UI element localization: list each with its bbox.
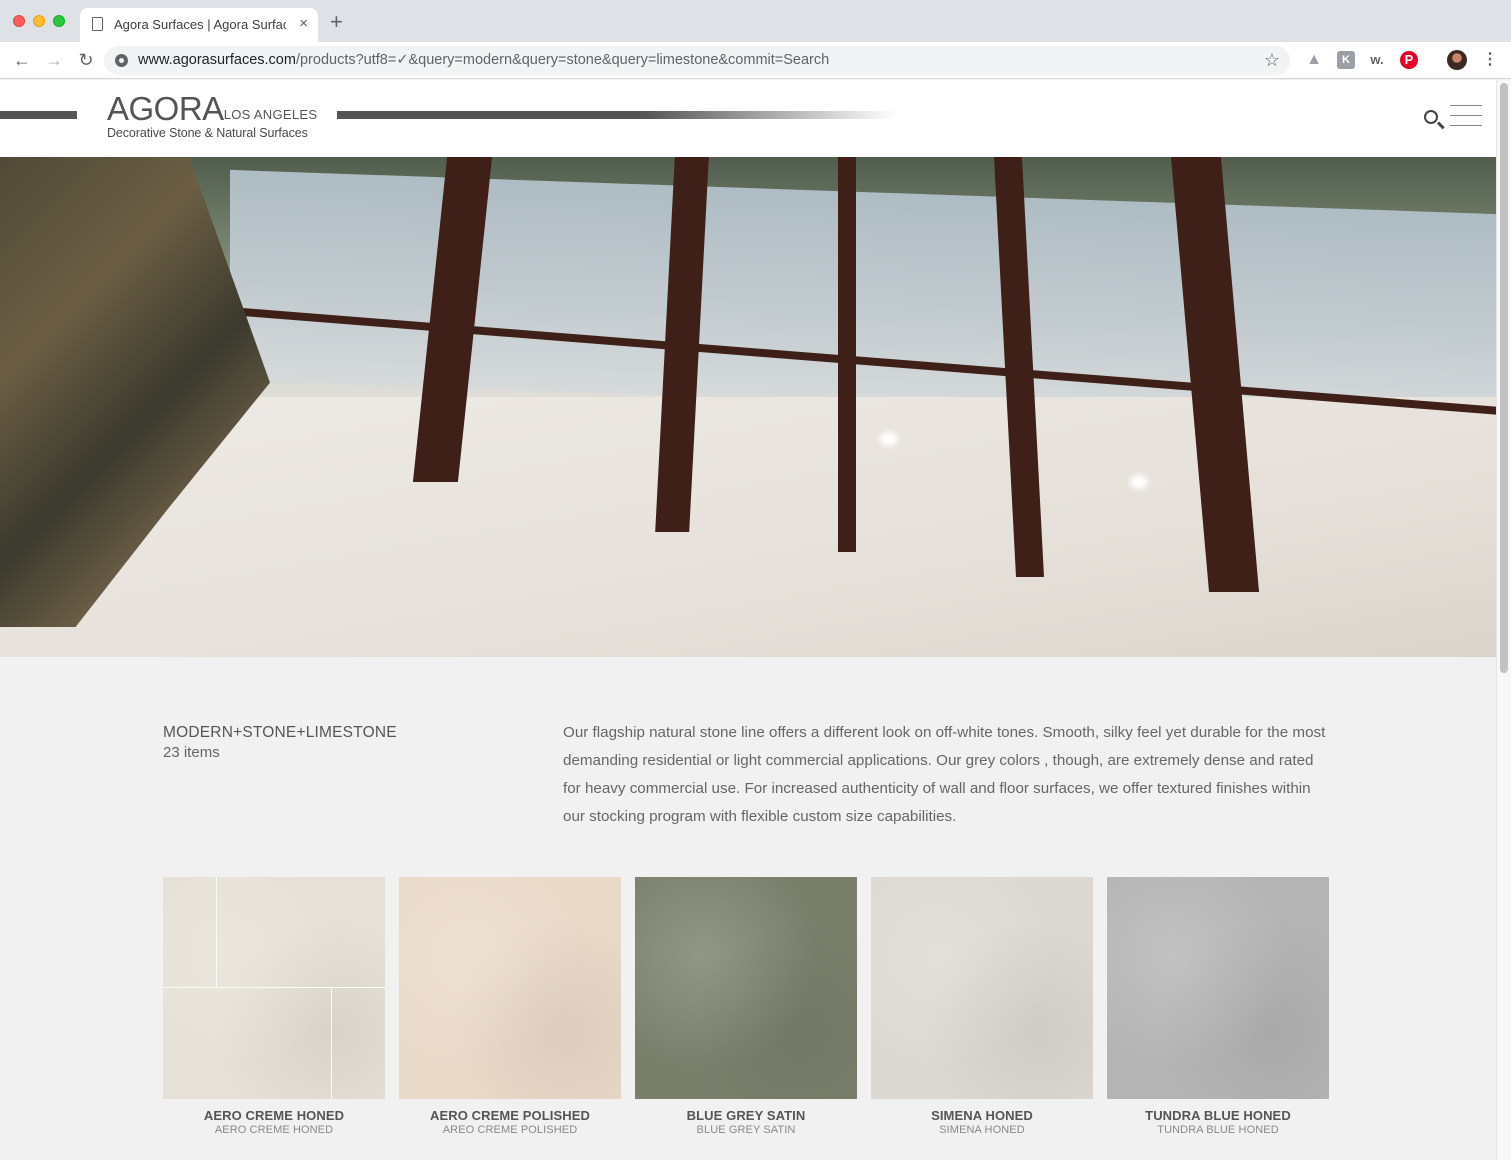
pinterest-extension-icon[interactable]: P [1400,51,1418,69]
browser-tab-bar: Agora Surfaces | Agora Surfaces × + [0,0,1511,42]
profile-avatar[interactable] [1447,50,1467,70]
product-card[interactable]: AERO CREME HONED AERO CREME HONED [163,877,385,1136]
browser-toolbar: ← → ↻ www.agorasurfaces.com/products?utf… [0,42,1511,79]
hamburger-menu-icon[interactable] [1450,105,1482,127]
site-logo[interactable]: AGORALOS ANGELES Decorative Stone & Natu… [107,90,318,141]
tab-close-icon[interactable]: × [299,15,308,33]
hero-balcony [230,169,1496,425]
product-swatch[interactable] [871,877,1093,1099]
page-icon [92,17,103,31]
close-window-button[interactable] [13,15,25,27]
product-card[interactable]: AERO CREME POLISHED AREO CREME POLISHED [399,877,621,1136]
url-host: www.agorasurfaces.com [138,52,296,68]
site-header: AGORALOS ANGELES Decorative Stone & Natu… [0,80,1496,157]
category-description: Our flagship natural stone line offers a… [563,724,1326,825]
product-swatch[interactable] [399,877,621,1099]
w-extension-icon[interactable]: w. [1368,51,1386,69]
product-name[interactable]: SIMENA HONED [871,1108,1093,1123]
forward-button[interactable]: → [44,50,64,70]
product-name[interactable]: TUNDRA BLUE HONED [1107,1108,1329,1123]
back-button[interactable]: ← [12,50,32,70]
new-tab-button[interactable]: + [330,11,343,33]
drive-extension-icon[interactable]: ▲ [1305,51,1323,69]
product-card[interactable]: BLUE GREY SATIN BLUE GREY SATIN [635,877,857,1136]
product-subtitle: AREO CREME POLISHED [442,1124,578,1136]
url-text[interactable]: www.agorasurfaces.com/products?utf8=✓&qu… [138,52,829,68]
site-info-icon[interactable] [115,54,128,67]
bookmark-star-icon[interactable]: ☆ [1264,50,1280,70]
hero-image [0,157,1496,657]
search-icon[interactable] [1424,110,1438,124]
product-subtitle: AERO CREME HONED [214,1124,334,1136]
product-subtitle: TUNDRA BLUE HONED [1157,1124,1279,1136]
item-count: 23 items [163,744,220,761]
product-card[interactable]: SIMENA HONED SIMENA HONED [871,877,1093,1136]
logo-tagline: Decorative Stone & Natural Surfaces [107,126,308,140]
category-title: MODERN+STONE+LIMESTONE [163,724,397,741]
header-decor-bar [0,111,77,119]
minimize-window-button[interactable] [33,15,45,27]
header-decor-bar [337,111,897,119]
address-bar[interactable]: www.agorasurfaces.com/products?utf8=✓&qu… [104,46,1290,75]
logo-city: LOS ANGELES [223,107,318,122]
tab-title: Agora Surfaces | Agora Surfaces [114,17,286,32]
product-subtitle: SIMENA HONED [939,1124,1025,1136]
product-name[interactable]: AERO CREME HONED [163,1108,385,1123]
logo-brand: AGORA [107,90,224,127]
product-subtitle: BLUE GREY SATIN [696,1124,796,1136]
reload-button[interactable]: ↻ [76,50,96,70]
hero-glare [1130,475,1148,489]
k-extension-icon[interactable]: K [1337,51,1355,69]
browser-menu-icon[interactable]: ⋮ [1481,51,1499,69]
category-block: MODERN+STONE+LIMESTONE 23 items [163,724,397,761]
product-swatch[interactable] [1107,877,1329,1099]
page-scrollbar[interactable] [1496,80,1511,1160]
url-path: /products?utf8=✓&query=modern&query=ston… [295,52,830,68]
browser-tab[interactable]: Agora Surfaces | Agora Surfaces × [80,8,318,42]
maximize-window-button[interactable] [53,15,65,27]
product-name[interactable]: AERO CREME POLISHED [399,1108,621,1123]
product-name[interactable]: BLUE GREY SATIN [635,1108,857,1123]
product-card[interactable]: TUNDRA BLUE HONED TUNDRA BLUE HONED [1107,877,1329,1136]
hero-glare [880,432,898,446]
product-swatch[interactable] [635,877,857,1099]
scrollbar-thumb[interactable] [1500,83,1508,673]
product-swatch[interactable] [163,877,385,1099]
